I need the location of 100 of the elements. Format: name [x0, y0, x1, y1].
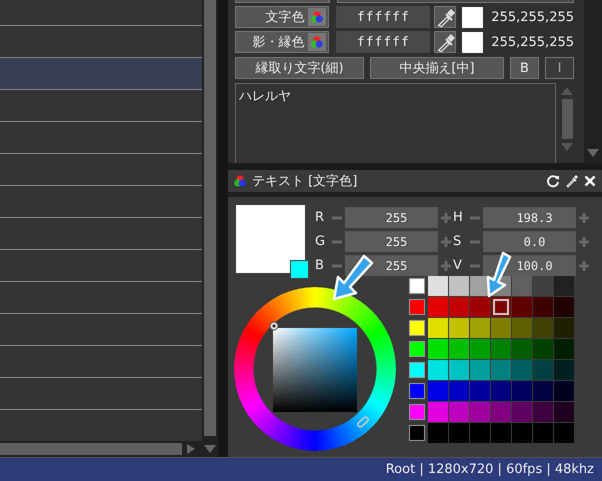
palette-swatch[interactable] [491, 297, 511, 317]
palette-swatch[interactable] [533, 318, 553, 338]
palette-swatch[interactable] [533, 360, 553, 380]
palette-swatch[interactable] [470, 339, 490, 359]
palette-swatch[interactable] [491, 318, 511, 338]
number-field[interactable]: 255 [345, 231, 438, 252]
palette-swatch[interactable] [407, 276, 427, 296]
scrollbar-thumb[interactable] [562, 99, 572, 139]
palette-swatch[interactable] [512, 318, 532, 338]
palette-swatch[interactable] [428, 423, 448, 443]
option-button[interactable]: 中央揃え[中] [370, 57, 504, 79]
palette-swatch[interactable] [428, 402, 448, 422]
palette-swatch[interactable] [407, 423, 427, 443]
palette-swatch[interactable] [470, 423, 490, 443]
palette-swatch[interactable] [428, 360, 448, 380]
toggle-button[interactable]: I [545, 57, 574, 79]
palette-swatch[interactable] [512, 339, 532, 359]
palette-swatch[interactable] [449, 318, 469, 338]
plus-icon[interactable] [441, 260, 451, 270]
scrollbar-thumb[interactable] [0, 443, 182, 455]
palette-swatch[interactable] [554, 276, 574, 296]
palette-swatch[interactable] [554, 297, 574, 317]
number-field[interactable]: 198.3 [483, 207, 576, 228]
palette-swatch[interactable] [533, 339, 553, 359]
eyedropper-button[interactable] [434, 6, 456, 28]
palette-swatch[interactable] [428, 318, 448, 338]
palette-swatch[interactable] [449, 297, 469, 317]
palette-swatch[interactable] [512, 423, 532, 443]
palette-swatch[interactable] [554, 423, 574, 443]
palette-swatch[interactable] [512, 276, 532, 296]
color-label-button[interactable]: 文字色 [235, 6, 330, 28]
hue-handle[interactable] [356, 415, 370, 430]
scroll-up-icon[interactable] [561, 87, 573, 95]
palette-swatch[interactable] [491, 423, 511, 443]
palette-swatch[interactable] [449, 339, 469, 359]
plus-icon[interactable] [441, 212, 451, 222]
hex-field[interactable]: ffffff [336, 6, 430, 28]
plus-icon[interactable] [579, 260, 589, 270]
number-field[interactable]: 100.0 [483, 255, 576, 276]
palette-swatch[interactable] [449, 423, 469, 443]
palette-swatch[interactable] [512, 297, 532, 317]
list-row[interactable] [0, 57, 202, 89]
color-swatch[interactable] [462, 32, 484, 52]
plus-icon[interactable] [441, 236, 451, 246]
palette-swatch[interactable] [428, 339, 448, 359]
palette-swatch[interactable] [554, 360, 574, 380]
scroll-down-icon[interactable] [587, 149, 599, 157]
text-input[interactable]: ハレルヤ [235, 83, 556, 163]
palette-swatch[interactable] [449, 360, 469, 380]
toggle-button[interactable]: B [510, 57, 539, 79]
plus-icon[interactable] [579, 212, 589, 222]
number-field[interactable]: 255 [345, 207, 438, 228]
saturation-value-square[interactable] [273, 328, 357, 412]
color-swatch[interactable] [462, 6, 484, 28]
palette-swatch[interactable] [491, 339, 511, 359]
color-label-button[interactable]: 影・縁色 [235, 31, 330, 53]
palette-swatch[interactable] [407, 402, 427, 422]
palette-swatch[interactable] [470, 360, 490, 380]
eyedropper-icon[interactable] [565, 174, 579, 188]
palette-swatch[interactable] [449, 276, 469, 296]
palette-swatch[interactable] [533, 276, 553, 296]
scroll-right-icon[interactable] [186, 443, 196, 455]
palette-swatch[interactable] [449, 402, 469, 422]
palette-swatch[interactable] [407, 381, 427, 401]
palette-swatch[interactable] [407, 360, 427, 380]
hex-field[interactable]: ffffff [336, 31, 430, 53]
palette-swatch[interactable] [407, 339, 427, 359]
palette-swatch[interactable] [554, 339, 574, 359]
palette-swatch[interactable] [491, 402, 511, 422]
palette-swatch[interactable] [428, 381, 448, 401]
palette-swatch[interactable] [470, 318, 490, 338]
palette-swatch[interactable] [554, 381, 574, 401]
palette-swatch[interactable] [491, 381, 511, 401]
palette-swatch[interactable] [533, 297, 553, 317]
palette-swatch[interactable] [428, 276, 448, 296]
palette-swatch[interactable] [470, 381, 490, 401]
refresh-icon[interactable] [546, 174, 560, 188]
close-icon[interactable] [584, 175, 596, 187]
eyedropper-button[interactable] [434, 31, 456, 53]
palette-swatch[interactable] [449, 381, 469, 401]
palette-swatch[interactable] [533, 402, 553, 422]
palette-swatch[interactable] [470, 297, 490, 317]
palette-swatch[interactable] [491, 360, 511, 380]
palette-swatch[interactable] [533, 423, 553, 443]
palette-swatch[interactable] [512, 402, 532, 422]
picker-marker-icon[interactable] [269, 321, 279, 331]
palette-swatch[interactable] [554, 318, 574, 338]
palette-swatch[interactable] [428, 297, 448, 317]
scroll-down-icon[interactable] [561, 143, 573, 151]
palette-swatch[interactable] [470, 402, 490, 422]
plus-icon[interactable] [579, 236, 589, 246]
number-field[interactable]: 0.0 [483, 231, 576, 252]
palette-swatch[interactable] [512, 381, 532, 401]
palette-swatch[interactable] [554, 402, 574, 422]
palette-swatch[interactable] [407, 297, 427, 317]
palette-swatch[interactable] [533, 381, 553, 401]
scrollbar-thumb[interactable] [204, 0, 216, 436]
palette-swatch[interactable] [407, 318, 427, 338]
palette-swatch[interactable] [512, 360, 532, 380]
scroll-down-icon[interactable] [204, 444, 216, 454]
